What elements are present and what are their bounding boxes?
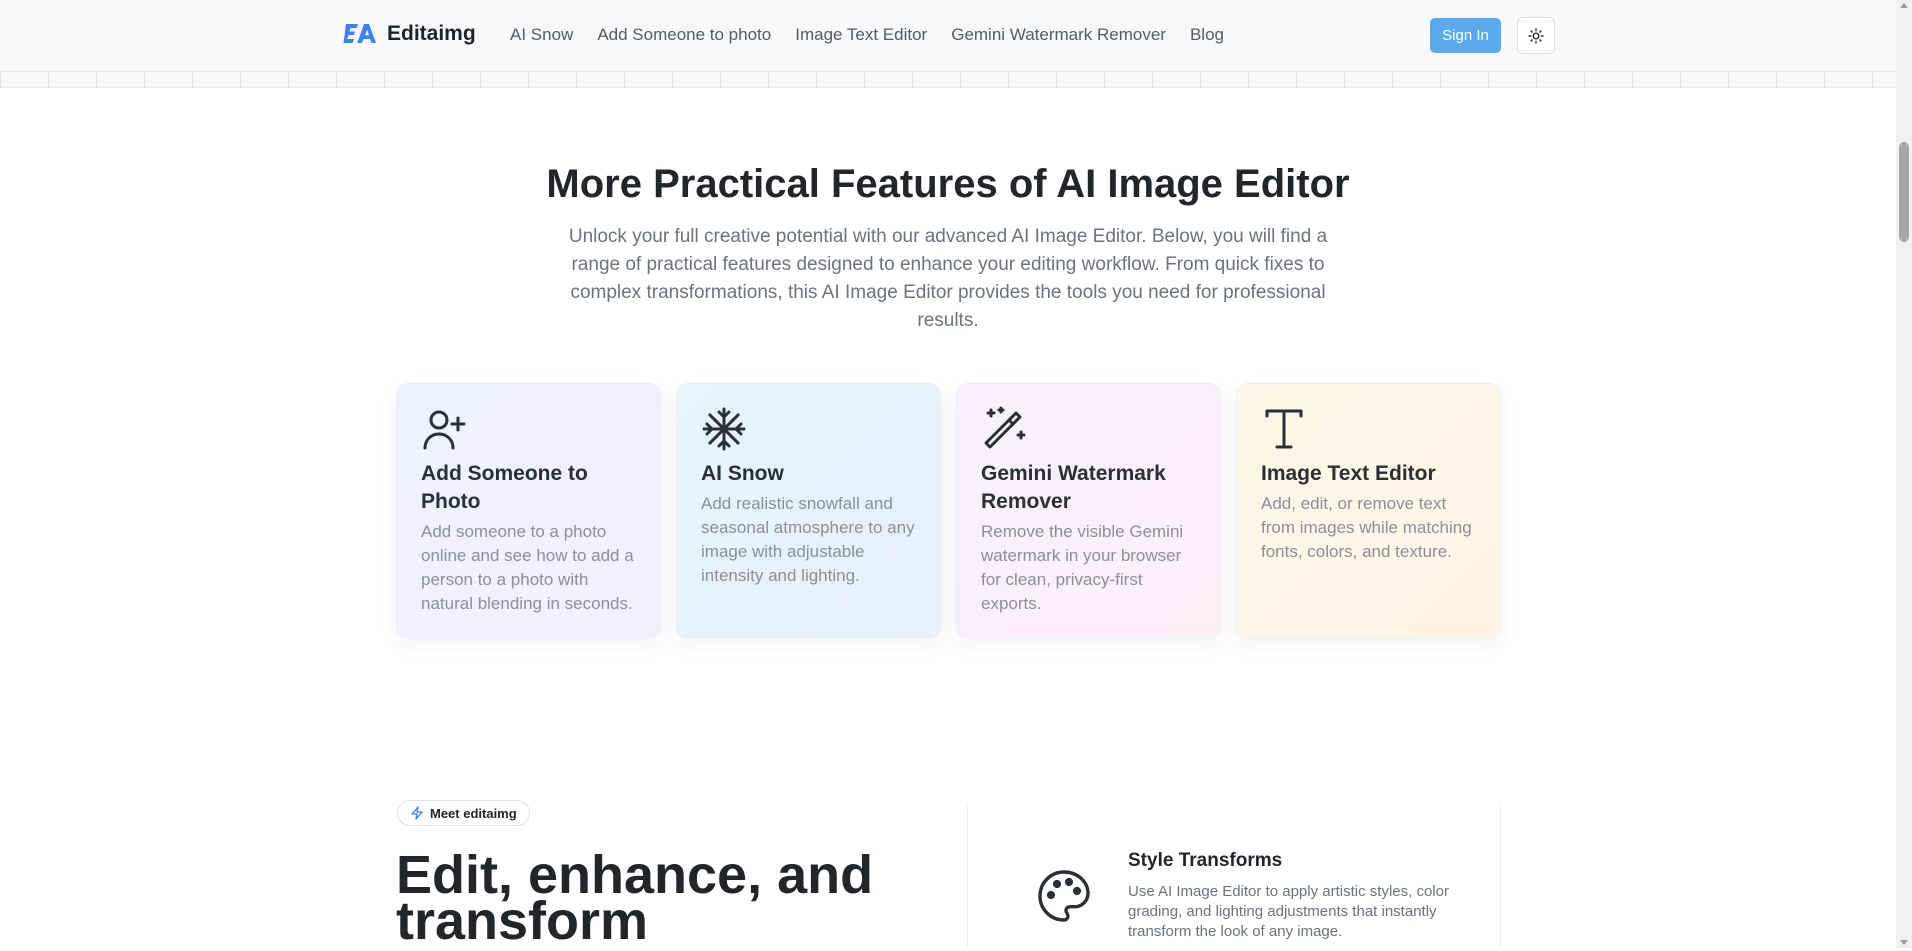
- card-text: Add realistic snowfall and seasonal atmo…: [701, 494, 915, 585]
- card-divider: [967, 805, 968, 948]
- card-text: Add, edit, or remove text from images wh…: [1261, 494, 1472, 561]
- scrollbar-thumb[interactable]: [1899, 142, 1909, 242]
- nav-blog[interactable]: Blog: [1190, 25, 1224, 45]
- card-title: Gemini Watermark Remover: [981, 462, 1166, 513]
- hero-grid-background: [0, 72, 1896, 88]
- card-text: Remove the visible Gemini watermark in y…: [981, 522, 1184, 613]
- nav-ai-snow[interactable]: AI Snow: [510, 25, 573, 45]
- brand-name: Editaimg: [387, 22, 476, 45]
- card-divider: [1500, 805, 1501, 948]
- features-title: More Practical Features of AI Image Edit…: [546, 162, 1350, 206]
- card-text: Add someone to a photo online and see ho…: [421, 522, 634, 613]
- zap-icon: [411, 806, 423, 820]
- feature-text: Use AI Image Editor to apply artistic st…: [1128, 883, 1449, 940]
- feature-title: Style Transforms: [1128, 850, 1283, 871]
- sun-icon: [1528, 27, 1544, 44]
- top-navbar: Editaimg AI Snow Add Someone to photo Im…: [0, 0, 1896, 72]
- features-description: Unlock your full creative potential with…: [568, 226, 1328, 331]
- feature-card-add-someone[interactable]: Add Someone to Photo Add someone to a ph…: [396, 383, 661, 639]
- theme-toggle-button[interactable]: [1517, 17, 1555, 54]
- card-title: Add Someone to Photo: [421, 462, 588, 513]
- magic-wand-icon: [984, 406, 1026, 449]
- feature-card-image-text-editor[interactable]: Image Text Editor Add, edit, or remove t…: [1236, 383, 1501, 639]
- scroll-up-arrow-icon[interactable]: [1900, 3, 1908, 8]
- badge-label: Meet editaimg: [430, 805, 517, 821]
- feature-card-ai-snow[interactable]: AI Snow Add realistic snowfall and seaso…: [676, 383, 941, 639]
- nav-image-text-editor[interactable]: Image Text Editor: [795, 25, 927, 45]
- feature-card-gemini-watermark[interactable]: Gemini Watermark Remover Remove the visi…: [956, 383, 1221, 639]
- main-nav: AI Snow Add Someone to photo Image Text …: [510, 25, 1224, 45]
- brand-logo[interactable]: Editaimg: [343, 20, 476, 48]
- user-plus-icon: [423, 410, 466, 450]
- page-scrollbar[interactable]: [1896, 0, 1912, 948]
- nav-add-someone[interactable]: Add Someone to photo: [597, 25, 771, 45]
- sign-in-button[interactable]: Sign In: [1430, 18, 1501, 53]
- palette-icon: [1038, 870, 1090, 922]
- hero-headline: Edit, enhance, and transform: [396, 845, 874, 951]
- scroll-down-arrow-icon[interactable]: [1900, 940, 1908, 945]
- snowflake-icon: [702, 407, 746, 451]
- card-title: Image Text Editor: [1261, 462, 1436, 485]
- card-title: AI Snow: [701, 462, 784, 485]
- meet-badge: Meet editaimg: [397, 800, 530, 826]
- type-icon: [1265, 409, 1303, 449]
- nav-gemini-watermark-remover[interactable]: Gemini Watermark Remover: [951, 25, 1166, 45]
- logo-icon: [343, 24, 376, 43]
